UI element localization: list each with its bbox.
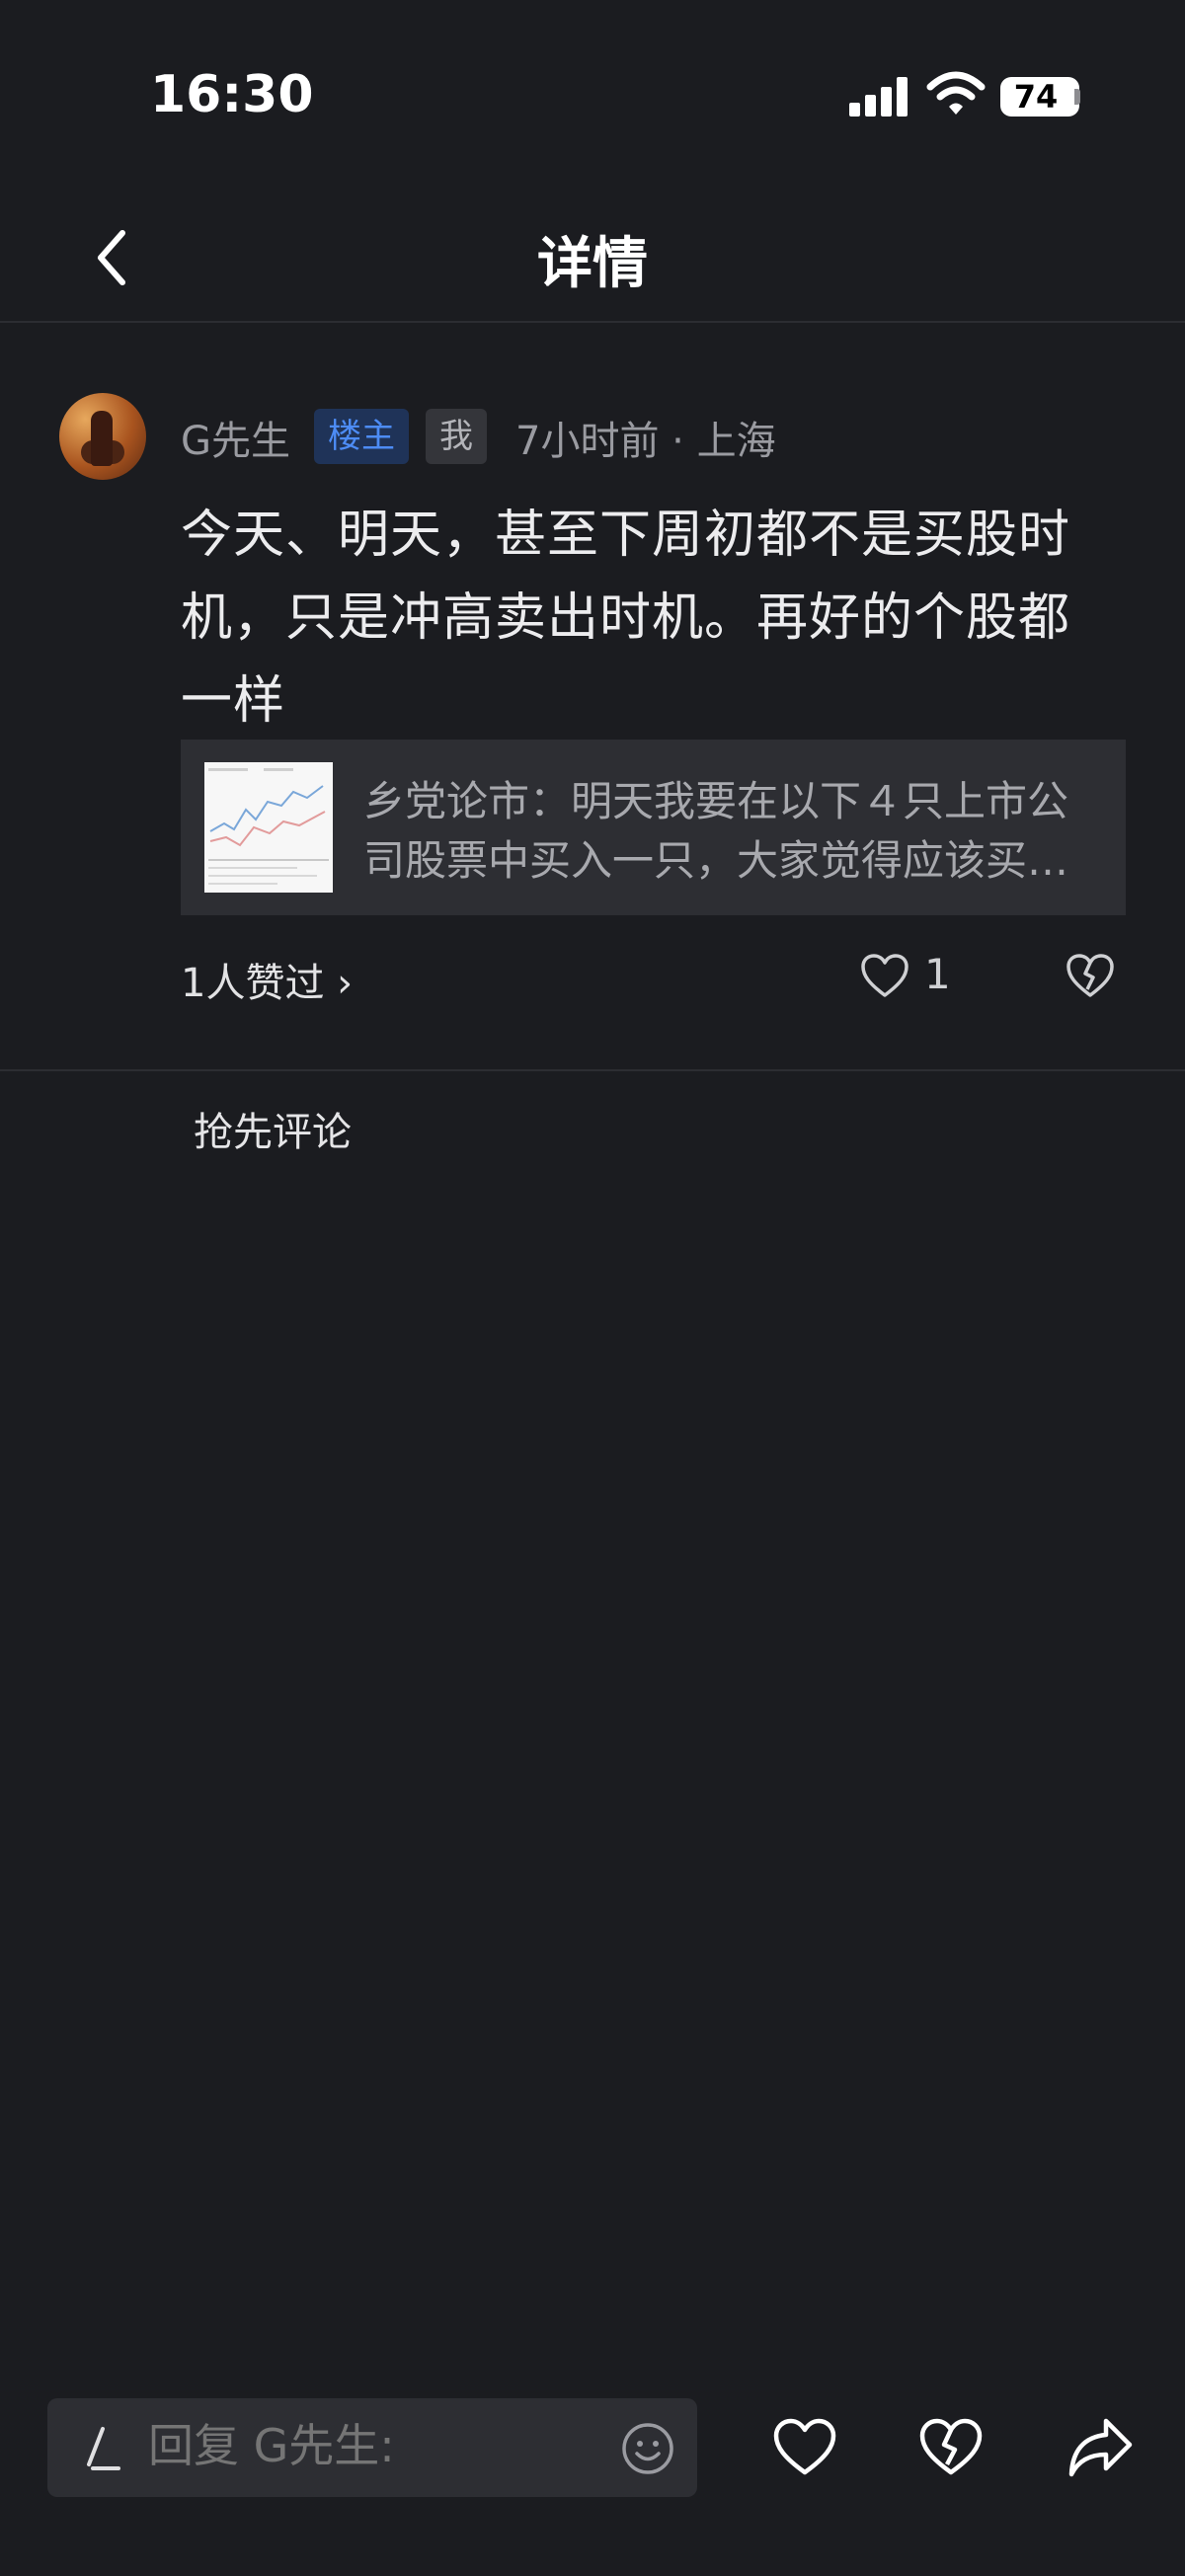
quoted-post-line-2: 司股票中买入一只，大家觉得应该买哪只？ — [363, 836, 1094, 885]
like-count: 1 — [924, 950, 951, 998]
status-time: 16:30 — [150, 65, 314, 124]
battery-level: 74 — [1013, 78, 1059, 116]
wifi-icon — [926, 71, 986, 115]
quoted-post-thumbnail — [204, 762, 333, 893]
likers-link[interactable]: 1人赞过 › — [181, 951, 353, 1008]
broken-heart-icon[interactable] — [918, 2417, 984, 2478]
quoted-post-text: 乡党论市：明天我要在以下４只上市公 司股票中买入一只，大家觉得应该买哪只？ — [363, 772, 1094, 891]
header-divider — [0, 321, 1185, 323]
reply-input[interactable] — [148, 2419, 592, 2472]
heart-icon[interactable] — [859, 952, 910, 1001]
post-divider — [0, 1069, 1185, 1071]
page-title: 详情 — [537, 232, 648, 296]
battery-icon: 74 — [1000, 77, 1079, 117]
op-badge: 楼主 — [314, 409, 409, 464]
signal-icon — [849, 77, 908, 117]
quoted-post-line-1: 乡党论市：明天我要在以下４只上市公 — [363, 777, 1069, 825]
post-meta: 7小时前 · 上海 — [515, 419, 776, 464]
broken-heart-icon[interactable] — [1065, 952, 1116, 1001]
author-name[interactable]: G先生 — [181, 409, 290, 466]
me-badge: 我 — [426, 409, 487, 464]
post-content: 今天、明天，甚至下周初都不是买股时机，只是冲高卖出时机。再好的个股都一样 — [181, 506, 1071, 731]
empty-comments-text: 抢先评论 — [194, 1110, 352, 1155]
share-icon[interactable] — [1066, 2415, 1136, 2480]
avatar[interactable] — [59, 393, 146, 480]
heart-icon[interactable] — [772, 2417, 837, 2478]
emoji-icon[interactable] — [620, 2421, 675, 2476]
battery-cap — [1074, 89, 1080, 105]
pen-icon — [87, 2427, 120, 2470]
